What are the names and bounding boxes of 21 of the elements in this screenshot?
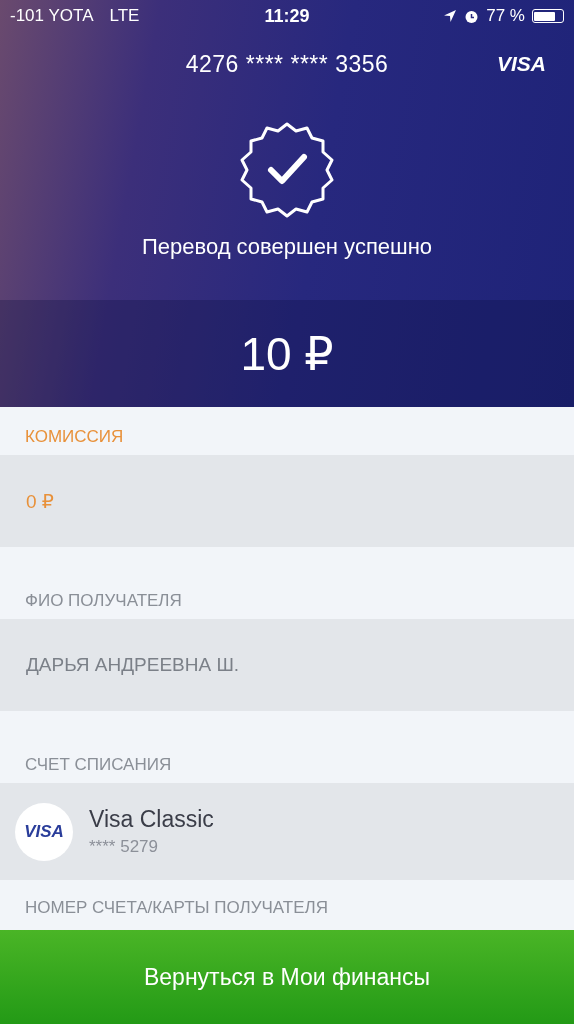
network-text: LTE	[109, 6, 140, 26]
section-header: КОМИССИЯ	[25, 427, 124, 447]
battery-percent-text: 77 %	[486, 6, 525, 26]
success-message: Перевод совершен успешно	[141, 234, 433, 260]
alarm-clock-icon	[464, 8, 480, 24]
visa-logo: VISA	[15, 802, 73, 861]
value-text: 0 ₽	[26, 489, 54, 513]
account-title: Visa Classic	[89, 806, 214, 833]
section-header: СЧЕТ СПИСАНИЯ	[25, 755, 172, 775]
account-row[interactable]: VISA Visa Classic **** 5279	[0, 783, 574, 880]
battery-icon	[532, 9, 564, 23]
amount-text: 10 ₽	[240, 326, 334, 381]
location-arrow-icon	[443, 9, 458, 23]
value-text: ДАРЬЯ АНДРЕЕВНА Ш.	[26, 654, 240, 676]
carrier-text: -101 YOTA	[10, 6, 94, 26]
account-number: **** 5279	[89, 837, 159, 857]
clock-text: 11:29	[264, 5, 310, 27]
card-number: 4276 **** **** 3356	[185, 50, 389, 78]
section-header: НОМЕР СЧЕТА/КАРТЫ ПОЛУЧАТЕЛЯ	[25, 898, 328, 918]
section-header: ФИО ПОЛУЧАТЕЛЯ	[25, 591, 182, 611]
card-brand-logo: VISA	[497, 52, 546, 76]
